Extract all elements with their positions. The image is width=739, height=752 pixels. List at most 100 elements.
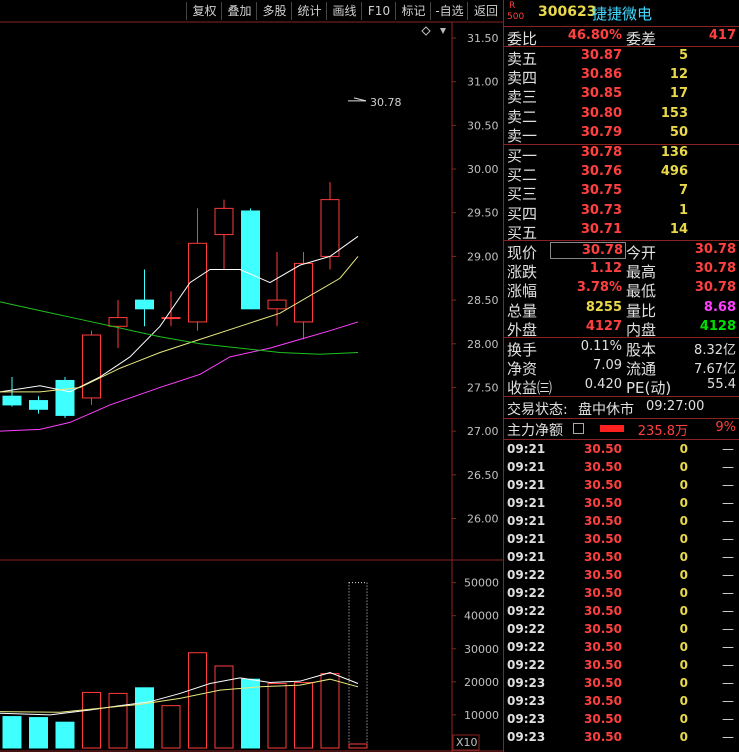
kline-chart[interactable]: 31.50 31.00 30.50 30.00 29.50 29.00 28.50 28.00… — [0, 0, 503, 752]
tick-price: 30.50 — [584, 496, 622, 510]
status-value: 盘中休市 — [578, 402, 634, 418]
tick-volume: 0 — [679, 658, 688, 672]
stock-code: 300623 — [538, 4, 597, 20]
stat-value: 8.68 — [703, 299, 736, 315]
asks-row[interactable]: 卖一 30.79 50 — [504, 124, 739, 145]
stat-value: 30.78 — [550, 242, 626, 259]
bids-row[interactable]: 买三 30.75 7 — [504, 183, 739, 204]
tick-volume: 0 — [679, 694, 688, 708]
main-fund-row[interactable]: 主力净额 235.8万 9% — [504, 420, 739, 439]
tick-direction: — — [722, 640, 734, 654]
tick-direction: — — [722, 460, 734, 474]
tick-row: 09:21 30.50 0 — — [504, 496, 739, 514]
tick-price: 30.50 — [584, 514, 622, 528]
tick-volume: 0 — [679, 478, 688, 492]
asks-row[interactable]: 卖二 30.80 153 — [504, 105, 739, 126]
bids-row[interactable]: 买五 30.71 14 — [504, 222, 739, 242]
tick-price: 30.50 — [584, 568, 622, 582]
vol-bar — [55, 721, 75, 749]
bids-row[interactable]: 买四 30.73 1 — [504, 203, 739, 223]
quote-panel: R 500 300623 捷捷微电 委比 46.80% 委差 417 卖五 30.… — [503, 0, 739, 752]
stat-label: 最高 — [626, 263, 657, 282]
stat-label: 涨跌 — [507, 263, 538, 282]
bids-label: 买二 — [507, 166, 538, 185]
fund-label: 主力净额 — [507, 423, 563, 439]
candle-body — [294, 262, 313, 323]
stat-value: 4127 — [585, 318, 622, 334]
tick-volume: 0 — [679, 586, 688, 600]
stat-label: 总量 — [507, 301, 538, 320]
price-tick-label: 26.00 — [467, 513, 499, 526]
tick-price: 30.50 — [584, 532, 622, 546]
bids-label: 买三 — [507, 185, 538, 204]
candle-body — [2, 395, 22, 406]
tick-time: 09:22 — [507, 622, 546, 636]
tick-price: 30.50 — [584, 730, 622, 744]
divider — [504, 240, 739, 241]
stat-value: 4128 — [699, 318, 736, 334]
asks-volume: 153 — [660, 105, 688, 121]
vol-bar — [348, 582, 368, 749]
vol-bar — [29, 717, 48, 749]
tick-time: 09:23 — [507, 712, 546, 726]
divider — [504, 439, 739, 440]
bids-row[interactable]: 买二 30.76 496 — [504, 164, 739, 185]
stat-value: 30.78 — [694, 242, 736, 257]
tick-time: 09:21 — [507, 514, 546, 528]
tick-row: 09:21 30.50 0 — — [504, 478, 739, 496]
tick-row: 09:22 30.50 0 — — [504, 586, 739, 604]
stat-value: 1.12 — [589, 261, 622, 277]
status-label: 交易状态: — [507, 402, 568, 418]
stat-row: 外盘 4127 内盘 4128 — [504, 318, 739, 339]
divider — [504, 396, 739, 397]
vol-bar — [108, 692, 128, 749]
tick-price: 30.50 — [584, 442, 622, 456]
asks-label: 卖四 — [507, 69, 538, 88]
tick-volume: 0 — [679, 730, 688, 744]
tick-row: 09:23 30.50 0 — — [504, 730, 739, 748]
tick-price: 30.50 — [584, 586, 622, 600]
bids-price: 30.78 — [580, 145, 622, 160]
asks-volume: 50 — [669, 124, 688, 140]
asks-price: 30.86 — [580, 67, 622, 83]
asks-row[interactable]: 卖四 30.86 12 — [504, 67, 739, 88]
divider — [504, 337, 739, 338]
tick-time: 09:21 — [507, 532, 546, 546]
kline-panel[interactable]: 复权 叠加 多股 统计 画线 F10 标记 -自选 返回 31.50 31.00 30.50 30.0… — [0, 0, 503, 752]
bids-volume: 7 — [678, 183, 688, 199]
price-tick-label: 27.00 — [467, 425, 499, 438]
tick-price: 30.50 — [584, 712, 622, 726]
bids-label: 买四 — [507, 204, 538, 223]
stat2-label: 流通 — [626, 360, 657, 379]
stat2-value: 0.420 — [584, 377, 622, 393]
stat-row: 涨幅 3.78% 最低 30.78 — [504, 280, 739, 301]
tick-row: 09:22 30.50 0 — — [504, 604, 739, 622]
vol-bar — [241, 678, 260, 749]
price-tick-label: 28.50 — [467, 294, 499, 307]
tick-direction: — — [722, 712, 734, 726]
fund-bar — [600, 425, 624, 432]
candle-body — [188, 242, 207, 323]
stat2-value: 8.32亿 — [694, 343, 736, 358]
stat-label: 涨幅 — [507, 282, 538, 301]
stat-value: 8255 — [585, 299, 622, 315]
fund-value: 235.8万 — [637, 424, 688, 439]
stat2-label: 股本 — [626, 341, 657, 359]
badge: R 500 — [507, 1, 535, 23]
tick-time: 09:21 — [507, 496, 546, 510]
asks-row[interactable]: 卖五 30.87 5 — [504, 48, 739, 68]
tick-direction: — — [722, 478, 734, 492]
fund-menu-icon[interactable] — [573, 423, 584, 434]
tick-row: 09:21 30.50 0 — — [504, 532, 739, 550]
tick-direction: — — [722, 604, 734, 618]
tick-time: 09:21 — [507, 550, 546, 564]
tick-direction: — — [722, 586, 734, 600]
stat-value: 3.78% — [576, 280, 622, 296]
asks-label: 卖三 — [507, 88, 538, 107]
diamond-icon — [421, 26, 431, 36]
bids-row[interactable]: 买一 30.78 136 — [504, 145, 739, 165]
candle-body — [82, 334, 101, 399]
vol-bar — [188, 652, 207, 749]
asks-row[interactable]: 卖三 30.85 17 — [504, 86, 739, 107]
tick-time: 09:22 — [507, 568, 546, 582]
